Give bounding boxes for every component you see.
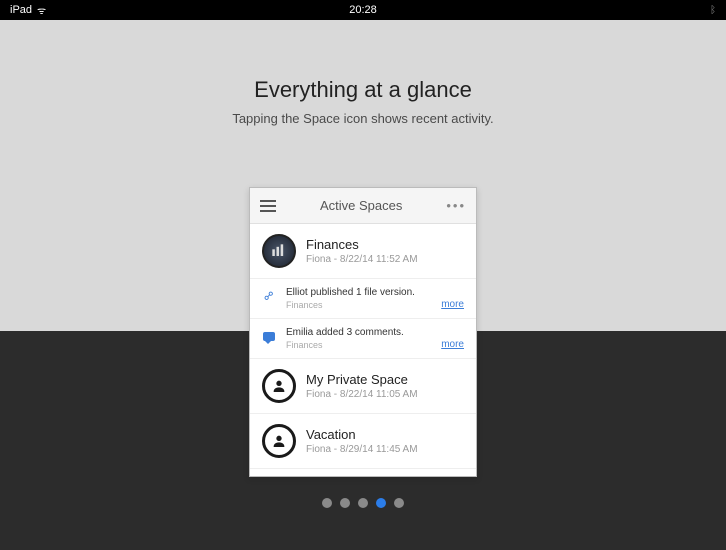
pager-dot-3[interactable]	[376, 498, 386, 508]
pager-dot-0[interactable]	[322, 498, 332, 508]
ios-status-bar: iPad ᯤ 20:28 ᛒ	[0, 0, 726, 20]
activity-item[interactable]: Emilia added 3 comments. Finances more	[250, 319, 476, 359]
link-icon: ⚯	[262, 289, 276, 303]
device-label: iPad	[10, 4, 32, 16]
space-name: My Private Space	[306, 372, 418, 387]
hero-title: Everything at a glance	[0, 77, 726, 103]
space-meta: Fiona - 8/22/14 11:05 AM	[306, 389, 418, 400]
active-spaces-panel: Active Spaces ••• Finances Fiona - 8/22/…	[249, 187, 477, 477]
bluetooth-icon: ᛒ	[710, 5, 716, 16]
more-menu-icon[interactable]: •••	[446, 198, 466, 213]
space-item-vacation[interactable]: Vacation Fiona - 8/29/14 11:45 AM	[250, 414, 476, 469]
pager-dot-2[interactable]	[358, 498, 368, 508]
more-link[interactable]: more	[441, 299, 464, 310]
activity-sub: Finances	[286, 300, 464, 310]
finances-avatar-icon	[262, 234, 296, 268]
space-meta: Fiona - 8/29/14 11:45 AM	[306, 444, 418, 455]
panel-title: Active Spaces	[320, 198, 402, 213]
activity-item[interactable]: ⚯ Elliot published 1 file version. Finan…	[250, 279, 476, 319]
activity-title: Emilia added 3 comments.	[286, 327, 464, 338]
wifi-icon: ᯤ	[37, 3, 46, 17]
activity-sub: Finances	[286, 340, 464, 350]
activity-title: Elliot published 1 file version.	[286, 287, 464, 298]
person-avatar-icon	[262, 369, 296, 403]
pager-dot-4[interactable]	[394, 498, 404, 508]
space-item-private[interactable]: My Private Space Fiona - 8/22/14 11:05 A…	[250, 359, 476, 414]
space-name: Vacation	[306, 427, 418, 442]
hero-subtitle: Tapping the Space icon shows recent acti…	[0, 111, 726, 126]
space-item-finances[interactable]: Finances Fiona - 8/22/14 11:52 AM	[250, 224, 476, 279]
status-time: 20:28	[349, 4, 377, 16]
person-avatar-icon	[262, 424, 296, 458]
comment-icon	[262, 329, 276, 343]
panel-header: Active Spaces •••	[250, 188, 476, 224]
space-name: Finances	[306, 237, 418, 252]
space-meta: Fiona - 8/22/14 11:52 AM	[306, 254, 418, 265]
pager-dot-1[interactable]	[340, 498, 350, 508]
more-link[interactable]: more	[441, 339, 464, 350]
hamburger-icon[interactable]	[260, 200, 276, 212]
page-indicator	[322, 498, 404, 508]
